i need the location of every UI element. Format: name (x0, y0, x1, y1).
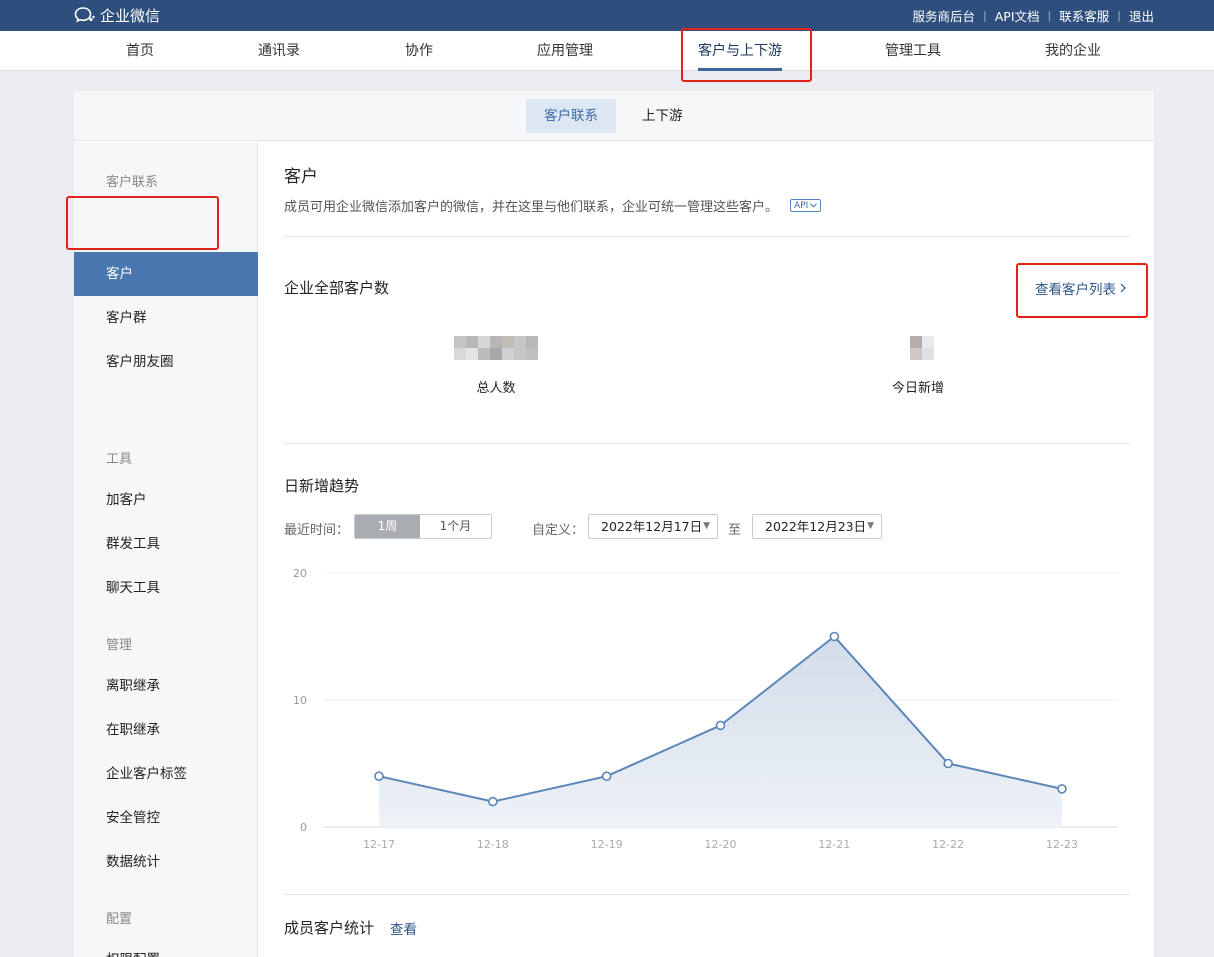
nav-home[interactable]: 首页 (126, 31, 154, 71)
chevron-right-icon (1120, 283, 1126, 293)
sidebar-heading-management: 管理 (106, 638, 133, 653)
sidebar-item-permission-config[interactable]: 权限配置 (74, 938, 258, 957)
caret-down-icon: ▼ (867, 521, 874, 531)
sidebar-item-security-control[interactable]: 安全管控 (74, 796, 258, 840)
api-docs-link[interactable]: API文档 (995, 6, 1040, 25)
main-card: 客户联系 上下游 客户联系 客户 客户群 客户朋友圈 工具 加客户 群发工具 聊… (74, 91, 1154, 957)
total-count-blurred (454, 336, 538, 360)
tab-customer-contact[interactable]: 客户联系 (526, 99, 616, 133)
nav-management-tools[interactable]: 管理工具 (885, 31, 941, 71)
sidebar-item-active-inheritance[interactable]: 在职继承 (74, 708, 258, 752)
page-title: 客户 (284, 167, 318, 187)
total-count-label: 总人数 (476, 381, 516, 396)
sidebar-item-customers[interactable]: 客户 (74, 252, 258, 296)
custom-range-label: 自定义： (532, 523, 585, 538)
divider (284, 894, 1130, 895)
sidebar-heading-config: 配置 (106, 912, 133, 927)
data-point (715, 720, 726, 731)
sidebar: 客户联系 客户 客户群 客户朋友圈 工具 加客户 群发工具 聊天工具 管理 离职… (74, 142, 258, 957)
start-date-value: 2022年12月17日 (601, 519, 703, 534)
chevron-down-icon (810, 203, 818, 208)
sidebar-item-customer-moments[interactable]: 客户朋友圈 (74, 340, 258, 384)
recent-time-label: 最近时间： (284, 523, 350, 538)
data-point (488, 796, 498, 807)
data-point (943, 758, 953, 769)
sidebar-item-customer-tags[interactable]: 企业客户标签 (74, 752, 258, 796)
nav-contacts[interactable]: 通讯录 (258, 31, 300, 71)
main-nav: 首页 通讯录 协作 应用管理 客户与上下游 管理工具 我的企业 (0, 31, 1214, 71)
x-tick-label: 12-20 (705, 838, 737, 851)
start-date-picker[interactable]: 2022年12月17日 ▼ (588, 514, 718, 539)
nav-my-company[interactable]: 我的企业 (1045, 31, 1101, 71)
divider (284, 443, 1130, 444)
total-customers-title: 企业全部客户数 (284, 279, 390, 297)
member-stats-view-link[interactable]: 查看 (390, 918, 417, 938)
x-tick-label: 12-21 (818, 838, 850, 851)
nav-customers-upstream[interactable]: 客户与上下游 (698, 31, 782, 71)
y-tick-label: 20 (293, 567, 307, 580)
y-tick-label: 10 (293, 694, 307, 707)
divider (284, 236, 1130, 237)
x-tick-label: 12-19 (591, 838, 623, 851)
tab-upstream-downstream[interactable]: 上下游 (624, 99, 701, 133)
y-tick-label: 0 (300, 821, 307, 834)
daily-trend-title: 日新增趋势 (284, 477, 360, 495)
x-tick-label: 12-18 (477, 838, 509, 851)
app-logo[interactable]: 企业微信 (74, 5, 160, 25)
api-badge-label: API (794, 200, 809, 211)
x-tick-label: 12-22 (932, 838, 964, 851)
sidebar-item-chat-tools[interactable]: 聊天工具 (74, 566, 258, 610)
view-customer-list-link[interactable]: 查看客户列表 (1035, 278, 1126, 298)
today-new-label: 今日新增 (891, 381, 944, 396)
api-badge[interactable]: API (790, 199, 822, 212)
range-toggle: 1周 1个月 (354, 514, 492, 539)
to-label: 至 (728, 523, 742, 538)
range-option-week[interactable]: 1周 (355, 515, 420, 538)
sidebar-heading-tools: 工具 (106, 452, 133, 467)
end-date-picker[interactable]: 2022年12月23日 ▼ (752, 514, 882, 539)
end-date-value: 2022年12月23日 (765, 519, 867, 534)
x-tick-label: 12-17 (363, 838, 395, 851)
contact-support-link[interactable]: 联系客服 (1059, 6, 1109, 25)
top-bar: 企业微信 服务商后台 | API文档 | 联系客服 | 退出 (0, 0, 1214, 31)
sidebar-item-add-customer[interactable]: 加客户 (74, 478, 258, 522)
member-stats-title: 成员客户统计 (284, 919, 375, 937)
app-title: 企业微信 (100, 6, 161, 25)
view-customer-list-label: 查看客户列表 (1035, 282, 1116, 298)
provider-console-link[interactable]: 服务商后台 (913, 6, 976, 25)
wecom-logo-icon (74, 7, 95, 23)
data-point (374, 771, 384, 781)
logout-link[interactable]: 退出 (1129, 6, 1154, 25)
data-point (1057, 784, 1067, 794)
description-text: 成员可用企业微信添加客户的微信，并在这里与他们联系，企业可统一管理这些客户。 (284, 200, 779, 215)
sidebar-heading-customer-contact: 客户联系 (106, 175, 159, 190)
range-option-month[interactable]: 1个月 (420, 515, 491, 538)
today-new-blurred (910, 336, 934, 360)
sidebar-item-resigned-inheritance[interactable]: 离职继承 (74, 664, 258, 708)
daily-trend-chart: 0 10 20 12-17 12-18 12-19 12-20 12-21 12-22 12-23 (293, 567, 1118, 851)
caret-down-icon: ▼ (703, 521, 710, 531)
sidebar-item-customer-groups[interactable]: 客户群 (74, 296, 258, 340)
sidebar-item-data-statistics[interactable]: 数据统计 (74, 840, 258, 884)
data-point (829, 631, 840, 642)
sidebar-item-mass-messaging[interactable]: 群发工具 (74, 522, 258, 566)
nav-collaboration[interactable]: 协作 (405, 31, 433, 71)
page-description: 成员可用企业微信添加客户的微信，并在这里与他们联系，企业可统一管理这些客户。 A… (284, 196, 822, 215)
x-tick-label: 12-23 (1046, 838, 1078, 851)
sub-tabs: 客户联系 上下游 (74, 91, 1154, 141)
top-links: 服务商后台 | API文档 | 联系客服 | 退出 (913, 0, 1154, 31)
data-point (601, 771, 612, 781)
nav-app-management[interactable]: 应用管理 (537, 31, 593, 71)
